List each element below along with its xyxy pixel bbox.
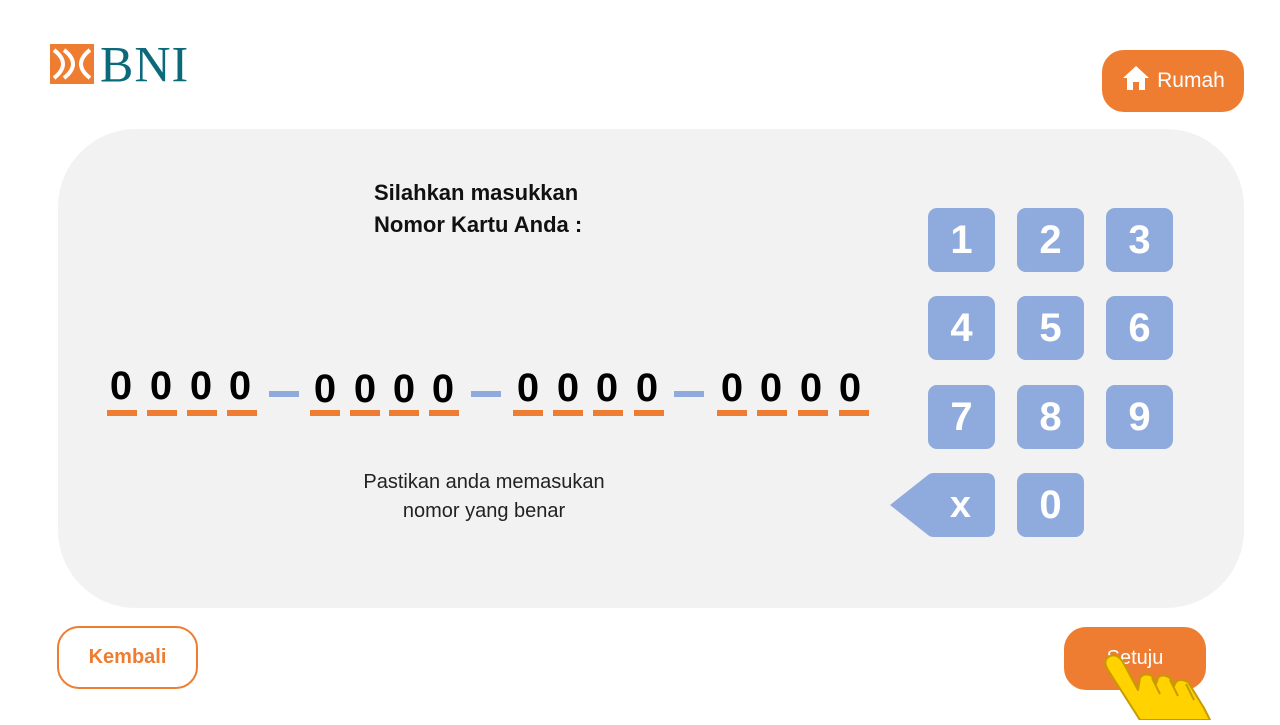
card-digit: 0 bbox=[799, 366, 823, 410]
digit-underline bbox=[147, 410, 177, 416]
prompt-line-1: Silahkan masukkan bbox=[374, 180, 579, 205]
key-1[interactable]: 1 bbox=[928, 208, 995, 272]
key-2[interactable]: 2 bbox=[1017, 208, 1084, 272]
card-digit: 0 bbox=[516, 366, 540, 410]
key-4[interactable]: 4 bbox=[928, 296, 995, 360]
input-hint: Pastikan anda memasukan nomor yang benar bbox=[334, 468, 634, 526]
card-digit: 0 bbox=[189, 364, 213, 408]
digit-underline bbox=[513, 410, 543, 416]
card-digit: 0 bbox=[392, 367, 416, 411]
group-separator bbox=[674, 391, 704, 397]
digit-underline bbox=[187, 410, 217, 416]
home-button-label: Rumah bbox=[1157, 69, 1225, 92]
key-5[interactable]: 5 bbox=[1017, 296, 1084, 360]
delete-key-label: x bbox=[949, 483, 972, 526]
card-digit: 0 bbox=[720, 366, 744, 410]
card-digit: 0 bbox=[635, 366, 659, 410]
card-digit: 0 bbox=[109, 364, 133, 408]
brand-name: BNI bbox=[100, 35, 190, 93]
digit-underline bbox=[634, 410, 664, 416]
digit-underline bbox=[429, 410, 459, 416]
digit-underline bbox=[107, 410, 137, 416]
back-button-label: Kembali bbox=[88, 646, 167, 668]
card-digit: 0 bbox=[431, 367, 455, 411]
digit-underline bbox=[310, 410, 340, 416]
card-digit: 0 bbox=[838, 366, 862, 410]
card-digit: 0 bbox=[759, 366, 783, 410]
digit-underline bbox=[798, 410, 828, 416]
digit-underline bbox=[839, 410, 869, 416]
digit-underline bbox=[717, 410, 747, 416]
key-9[interactable]: 9 bbox=[1106, 385, 1173, 449]
key-6[interactable]: 6 bbox=[1106, 296, 1173, 360]
card-digit: 0 bbox=[313, 367, 337, 411]
group-separator bbox=[471, 391, 501, 397]
digit-underline bbox=[227, 410, 257, 416]
bni-wave-logo-icon bbox=[50, 42, 94, 86]
prompt-line-2: Nomor Kartu Anda : bbox=[374, 212, 583, 237]
hint-line-2: nomor yang benar bbox=[402, 500, 566, 522]
card-digit: 0 bbox=[595, 366, 619, 410]
home-icon bbox=[1121, 64, 1151, 98]
card-digit: 0 bbox=[353, 367, 377, 411]
digit-underline bbox=[350, 410, 380, 416]
bni-logo: BNI bbox=[50, 35, 190, 93]
pointing-hand-icon bbox=[1100, 648, 1225, 725]
card-digit: 0 bbox=[556, 366, 580, 410]
digit-underline bbox=[757, 410, 787, 416]
group-separator bbox=[269, 391, 299, 397]
card-digit: 0 bbox=[228, 364, 252, 408]
home-button[interactable]: Rumah bbox=[1102, 50, 1244, 112]
key-7[interactable]: 7 bbox=[928, 385, 995, 449]
key-3[interactable]: 3 bbox=[1106, 208, 1173, 272]
card-digit: 0 bbox=[149, 364, 173, 408]
card-number-prompt: Silahkan masukkan Nomor Kartu Anda : bbox=[374, 177, 582, 241]
key-8[interactable]: 8 bbox=[1017, 385, 1084, 449]
key-0[interactable]: 0 bbox=[1017, 473, 1084, 537]
delete-key[interactable]: x bbox=[890, 473, 995, 537]
digit-underline bbox=[389, 410, 419, 416]
digit-underline bbox=[553, 410, 583, 416]
back-button[interactable]: Kembali bbox=[57, 626, 198, 689]
digit-underline bbox=[593, 410, 623, 416]
hint-line-1: Pastikan anda memasukan bbox=[363, 471, 605, 493]
